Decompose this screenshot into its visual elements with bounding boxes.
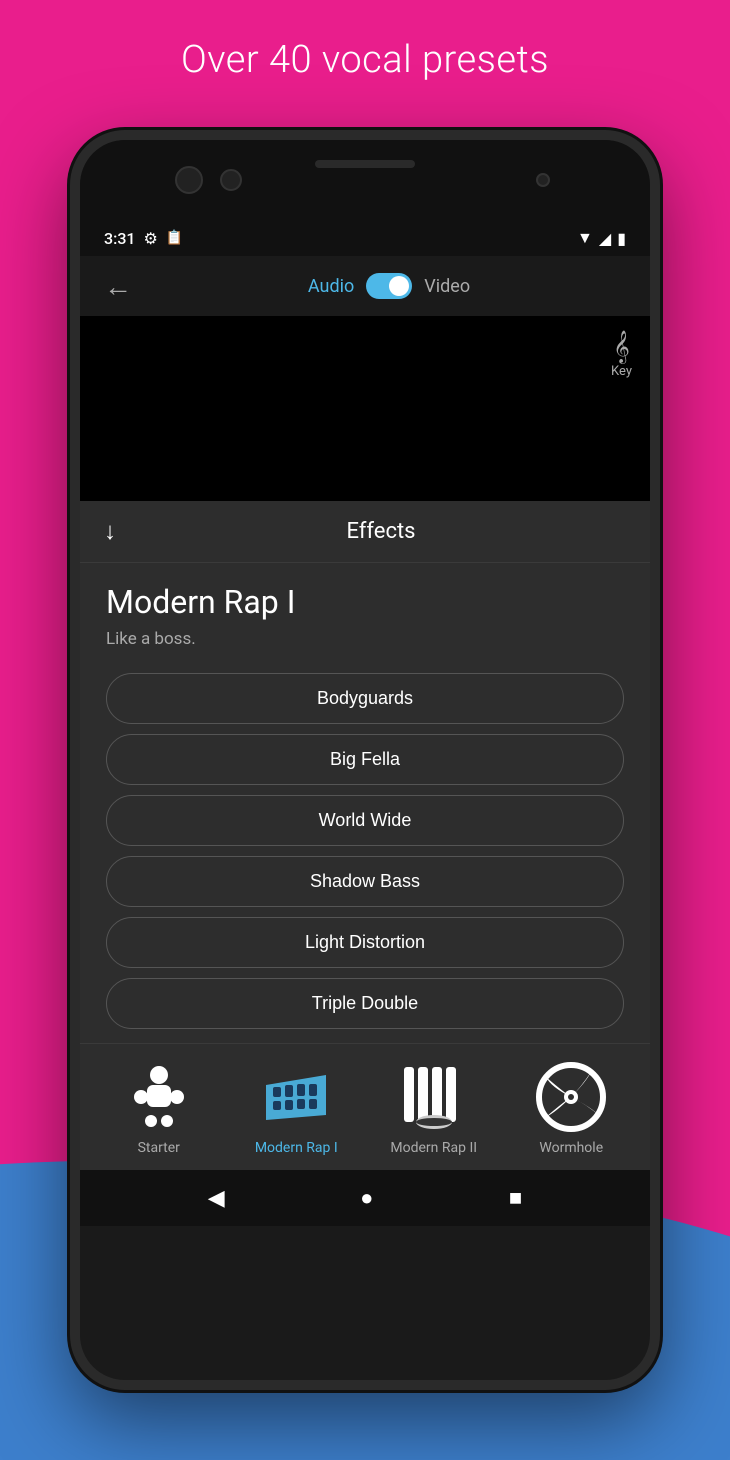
video-label[interactable]: Video (424, 276, 470, 297)
recent-system-button[interactable]: ■ (509, 1185, 522, 1211)
bottom-nav: Starter Modern Rap I (80, 1043, 650, 1170)
key-music-icon: 𝄞 (613, 330, 630, 364)
preset-button-bodyguards[interactable]: Bodyguards (106, 673, 624, 724)
time-display: 3:31 (104, 229, 136, 248)
camera-left (175, 166, 203, 194)
toggle-knob (389, 276, 409, 296)
preset-list: Bodyguards Big Fella World Wide Shadow B… (80, 663, 650, 1043)
battery-icon: ▮ (617, 229, 626, 248)
key-button[interactable]: 𝄞 Key (611, 330, 632, 379)
tab-modern-rap-1-label: Modern Rap I (255, 1140, 338, 1156)
signal-icon: ◢ (599, 229, 611, 248)
preset-button-big-fella[interactable]: Big Fella (106, 734, 624, 785)
status-left: 3:31 ⚙ 📋 (104, 229, 183, 248)
effects-header: ↓ Effects (80, 501, 650, 563)
preset-description: Like a boss. (106, 629, 624, 649)
tab-starter[interactable]: Starter (90, 1062, 228, 1156)
preset-button-light-distortion[interactable]: Light Distortion (106, 917, 624, 968)
back-system-button[interactable]: ◀ (208, 1186, 225, 1211)
modern-rap-1-icon (261, 1062, 331, 1132)
audio-video-toggle: Audio Video (152, 273, 626, 299)
key-label: Key (611, 364, 632, 379)
tab-starter-label: Starter (138, 1140, 180, 1156)
video-preview: 𝄞 Key (80, 316, 650, 501)
app-nav: ← Audio Video (80, 256, 650, 316)
status-bar: 3:31 ⚙ 📋 ▼ ◢ ▮ (80, 220, 650, 256)
preset-button-triple-double[interactable]: Triple Double (106, 978, 624, 1029)
preset-button-shadow-bass[interactable]: Shadow Bass (106, 856, 624, 907)
speaker-bar (315, 160, 415, 168)
home-system-button[interactable]: ● (360, 1185, 373, 1211)
modern-rap-2-icon (399, 1062, 469, 1132)
front-camera (536, 173, 550, 187)
collapse-icon[interactable]: ↓ (104, 517, 116, 546)
preset-name: Modern Rap I (106, 583, 624, 621)
sim-icon: 📋 (166, 230, 183, 246)
phone-frame: 3:31 ⚙ 📋 ▼ ◢ ▮ ← Audio Video 𝄞 Key ↓ Eff… (70, 130, 660, 1390)
system-nav: ◀ ● ■ (80, 1170, 650, 1226)
starter-tab-icon (129, 1062, 189, 1132)
tab-wormhole-label: Wormhole (539, 1140, 603, 1156)
preset-button-world-wide[interactable]: World Wide (106, 795, 624, 846)
tab-wormhole[interactable]: Wormhole (503, 1062, 641, 1156)
header-title: Over 40 vocal presets (0, 38, 730, 82)
wifi-icon: ▼ (577, 228, 593, 248)
tab-modern-rap-1[interactable]: Modern Rap I (228, 1062, 366, 1156)
phone-top-bar (80, 140, 650, 220)
status-right: ▼ ◢ ▮ (577, 228, 626, 248)
camera-right (220, 169, 242, 191)
tab-modern-rap-2-label: Modern Rap II (390, 1140, 477, 1156)
toggle-switch[interactable] (366, 273, 412, 299)
preset-info: Modern Rap I Like a boss. (80, 563, 650, 663)
tab-modern-rap-2[interactable]: Modern Rap II (365, 1062, 503, 1156)
back-button[interactable]: ← (104, 270, 132, 303)
audio-label[interactable]: Audio (308, 276, 354, 297)
settings-icon: ⚙ (144, 229, 158, 248)
wormhole-icon (536, 1062, 606, 1132)
effects-title: Effects (136, 519, 626, 544)
